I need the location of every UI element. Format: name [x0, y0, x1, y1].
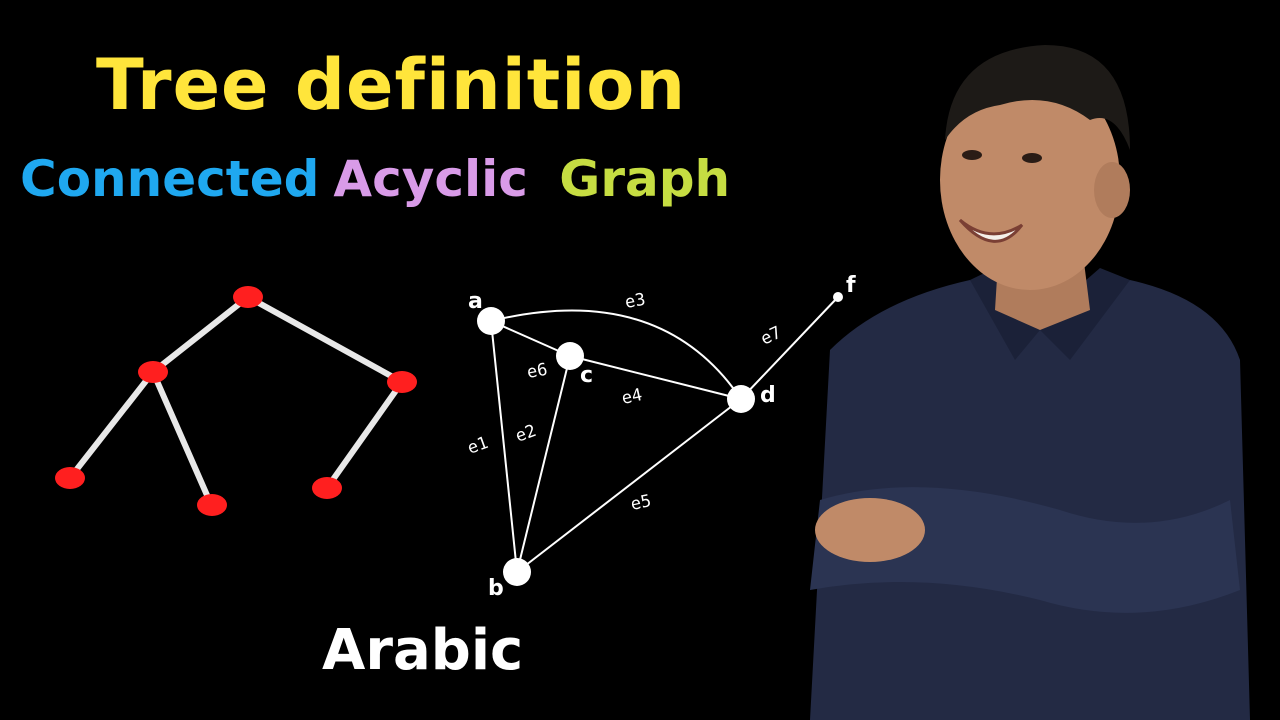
- tree-edge: [324, 379, 405, 491]
- tree-node: [138, 361, 168, 383]
- subtitle-connected: Connected: [20, 150, 320, 208]
- graph-edge-e5: [516, 398, 742, 573]
- graph-edge-e2: [516, 355, 571, 573]
- tree-diagram: [55, 286, 417, 516]
- language-label: Arabic: [322, 618, 524, 683]
- graph-node-d: [727, 385, 755, 413]
- tree-edge: [245, 294, 405, 385]
- graph-edge-e3: [490, 309, 742, 400]
- graph-node-label-d: d: [760, 383, 776, 408]
- graph-node-label-b: b: [488, 576, 504, 601]
- presenter-hand: [815, 498, 925, 562]
- tree-node: [197, 494, 227, 516]
- graph-edge-label-e7: e7: [758, 323, 785, 350]
- graph-edge-label-e6: e6: [525, 360, 549, 383]
- graph-edge-label-e2: e2: [513, 421, 539, 447]
- graph-node-b: [503, 558, 531, 586]
- tree-node: [233, 286, 263, 308]
- presenter-photo: [810, 45, 1250, 720]
- graph-edge-label-e3: e3: [623, 290, 647, 313]
- graph-edge-label-e5: e5: [629, 491, 653, 515]
- presenter-ear: [1094, 162, 1130, 218]
- graph-node-label-c: c: [580, 363, 593, 388]
- tree-node: [387, 371, 417, 393]
- tree-node: [55, 467, 85, 489]
- presenter-eye: [962, 150, 982, 160]
- graph-node-label-a: a: [468, 289, 483, 314]
- graph-edge-label-e4: e4: [620, 385, 644, 409]
- thumbnail-title: Tree definition: [96, 44, 687, 126]
- presenter-eye: [1022, 153, 1042, 163]
- subtitle-acyclic: Acyclic: [333, 150, 528, 208]
- graph-edge-label-e1: e1: [465, 433, 491, 459]
- graph-edge-e4: [569, 355, 742, 400]
- tree-edge: [150, 294, 251, 375]
- tree-node: [312, 477, 342, 499]
- graph-edge-e1: [490, 320, 518, 573]
- subtitle: Connected Acyclic Graph: [20, 150, 744, 208]
- subtitle-graph: Graph: [559, 150, 731, 208]
- tree-edge: [67, 369, 156, 481]
- tree-edge: [150, 369, 213, 505]
